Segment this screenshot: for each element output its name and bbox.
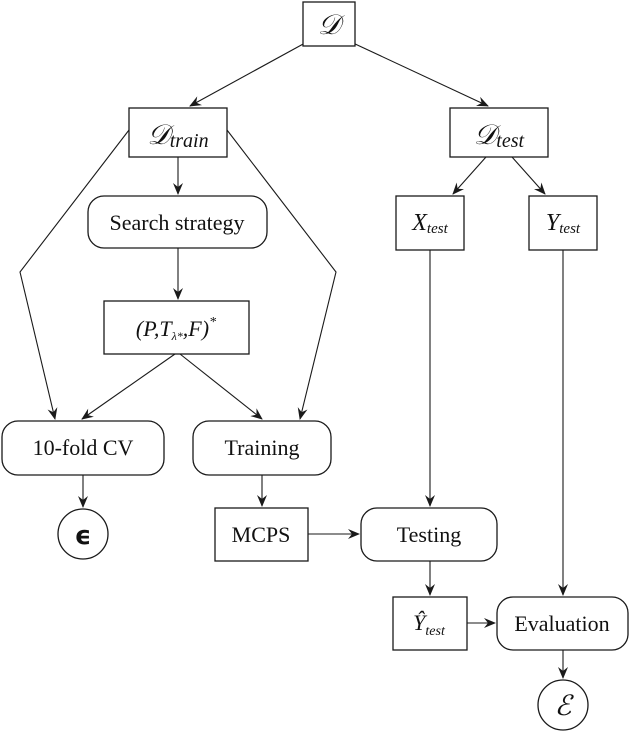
config-tail: ,F) xyxy=(183,316,209,341)
node-x-test: Xtest xyxy=(395,195,465,251)
edge-d-to-dtrain xyxy=(189,42,306,107)
testing-label: Testing xyxy=(397,522,461,547)
y-test-sub: test xyxy=(559,221,581,237)
node-y-hat-test: Ŷtest xyxy=(392,596,468,651)
mcps-label: MCPS xyxy=(232,522,291,547)
edge-dtrain-to-cv xyxy=(19,129,130,420)
node-train-set: 𝒟train xyxy=(128,107,228,158)
edge-dtest-to-ytest xyxy=(511,156,546,195)
node-dataset: 𝒟 xyxy=(302,1,356,47)
node-best-config: (P,Tλ*,F)* xyxy=(103,300,250,355)
cv-error-label: ϵ xyxy=(75,521,92,551)
edge-dtrain-to-training xyxy=(226,129,337,420)
training-label: Training xyxy=(225,435,300,460)
node-testing: Testing xyxy=(360,507,498,562)
node-evaluation: Evaluation xyxy=(496,596,629,651)
edge-config-to-cv xyxy=(81,353,176,420)
edge-d-to-dtest xyxy=(352,42,489,107)
test-set-sub: test xyxy=(496,130,524,152)
config-head: (P,T xyxy=(136,316,173,341)
workflow-diagram: 𝒟 𝒟train 𝒟test Search strategy Xtest Yte… xyxy=(1,1,629,731)
node-cross-validation: 10-fold CV xyxy=(1,420,165,476)
config-lambda: λ* xyxy=(171,329,183,343)
node-mcps: MCPS xyxy=(214,507,309,562)
node-cv-error: ϵ xyxy=(57,508,109,560)
config-star: * xyxy=(209,315,216,330)
edge-config-to-training xyxy=(179,353,263,420)
node-test-set: 𝒟test xyxy=(449,107,549,158)
x-test-main: X xyxy=(411,210,428,236)
node-y-test: Ytest xyxy=(528,195,598,251)
evaluation-label: Evaluation xyxy=(514,611,609,636)
node-training: Training xyxy=(192,420,332,476)
x-test-sub: test xyxy=(427,221,449,237)
search-strategy-label: Search strategy xyxy=(110,210,245,235)
edge-dtest-to-xtest xyxy=(452,156,487,195)
cv-label: 10-fold CV xyxy=(33,435,134,460)
train-set-sub: train xyxy=(170,130,209,152)
node-search-strategy: Search strategy xyxy=(87,195,268,249)
y-hat-sub: test xyxy=(425,624,446,639)
node-test-error: ℰ xyxy=(537,679,589,731)
